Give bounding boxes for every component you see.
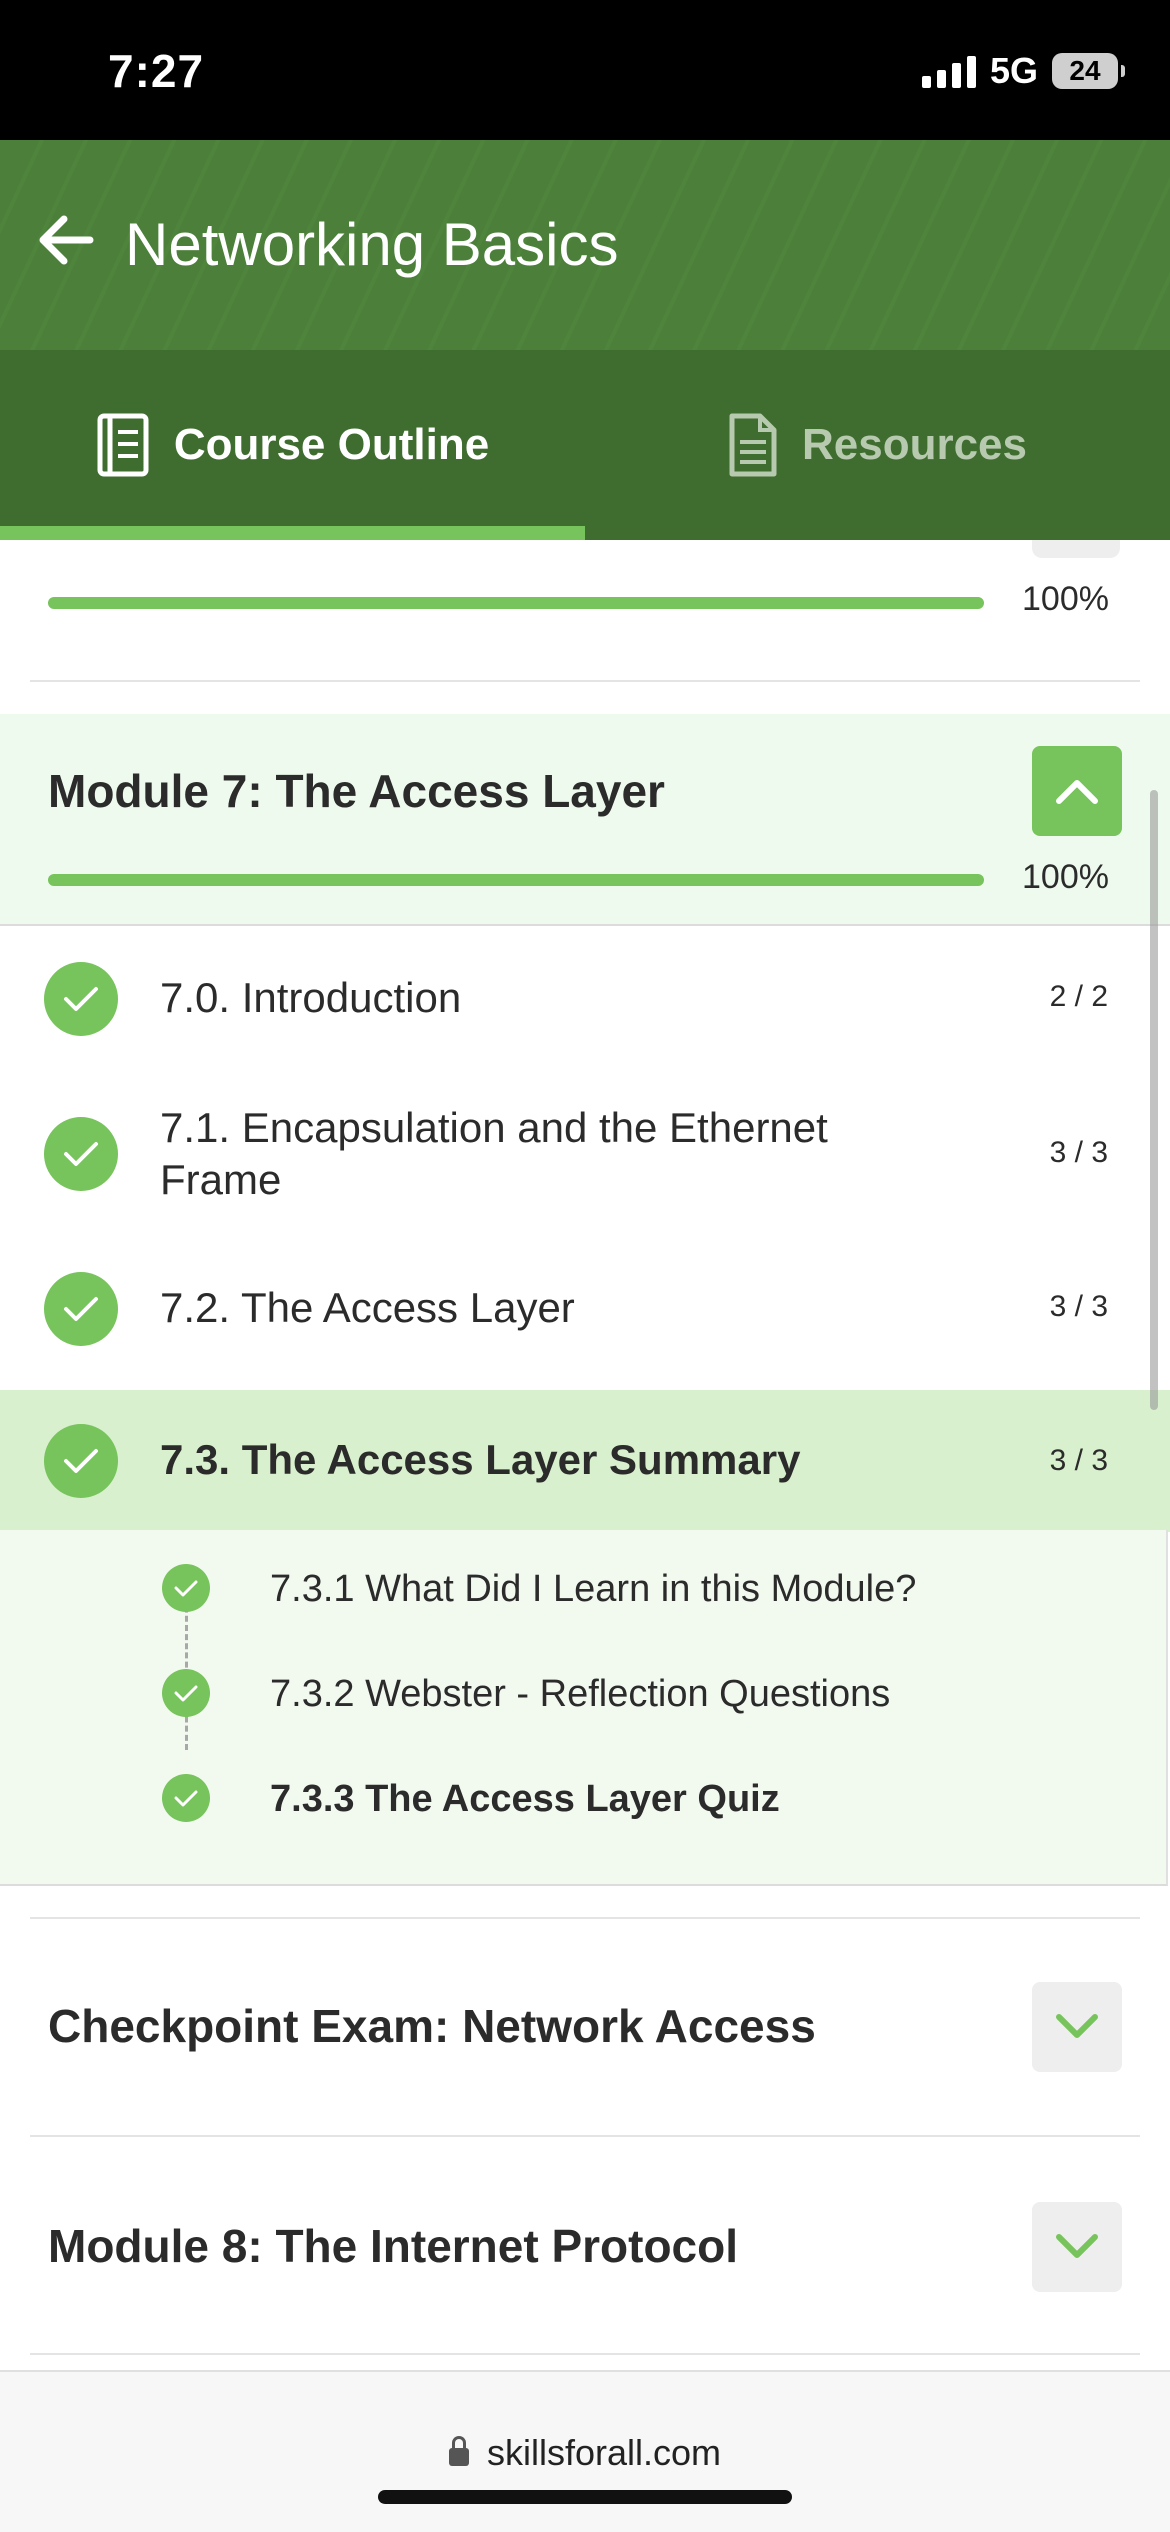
module-title: Module 7: The Access Layer <box>48 765 665 817</box>
collapse-toggle-button[interactable] <box>1032 540 1120 558</box>
progress-percent: 100% <box>1022 580 1109 618</box>
lesson-row[interactable]: 7.2. The Access Layer 3 / 3 <box>0 1234 1170 1384</box>
sub-item-link-current[interactable]: 7.3.3 The Access Layer Quiz <box>270 1778 780 1821</box>
tab-label: Resources <box>801 420 1027 469</box>
sub-item-link[interactable]: 7.3.1 What Did I Learn in this Module? <box>270 1568 916 1611</box>
course-header: Networking Basics <box>0 140 1170 350</box>
tab-bar: Course Outline Resources <box>0 350 1170 540</box>
status-indicators: 5G 24 <box>921 50 1125 92</box>
lock-icon <box>448 2436 469 2466</box>
cellular-signal-icon <box>921 54 976 88</box>
url-text: skillsforall.com <box>486 2432 722 2473</box>
progress-percent: 100% <box>1022 858 1109 896</box>
divider <box>30 680 1140 682</box>
battery-level: 24 <box>1069 55 1101 86</box>
check-circle-icon <box>162 1564 210 1612</box>
lesson-count: 3 / 3 <box>1049 1444 1108 1477</box>
arrow-left-icon <box>39 215 94 265</box>
lesson-label: 7.2. The Access Layer <box>160 1284 575 1331</box>
chevron-down-icon <box>1056 2234 1098 2258</box>
module-title: Module 8: The Internet Protocol <box>48 2220 739 2272</box>
check-circle-icon <box>162 1669 210 1717</box>
page-title: Networking Basics <box>125 211 619 278</box>
lesson-label: 7.1. Encapsulation and the Ethernet Fram… <box>160 1104 828 1203</box>
network-type: 5G <box>989 50 1038 91</box>
check-circle-icon <box>44 962 118 1036</box>
status-bar: 7:27 5G 24 <box>0 0 1170 140</box>
check-circle-icon <box>162 1774 210 1822</box>
check-circle-icon <box>44 1117 118 1191</box>
lesson-label: 7.0. Introduction <box>160 974 462 1021</box>
collapse-button[interactable] <box>1032 746 1122 836</box>
tab-course-outline[interactable]: Course Outline <box>0 350 585 540</box>
tab-label: Course Outline <box>173 420 490 469</box>
book-icon <box>97 413 149 477</box>
url-display[interactable]: skillsforall.com <box>0 2432 1170 2474</box>
lesson-count: 2 / 2 <box>1049 980 1108 1013</box>
sub-item-list: 7.3.1 What Did I Learn in this Module? 7… <box>0 1530 1168 1886</box>
divider <box>30 2353 1140 2355</box>
check-circle-icon <box>44 1272 118 1346</box>
sub-item-link[interactable]: 7.3.2 Webster - Reflection Questions <box>270 1673 890 1716</box>
module-header[interactable]: Module 7: The Access Layer 100% <box>0 714 1170 924</box>
check-circle-icon <box>44 1424 118 1498</box>
module-title: Checkpoint Exam: Network Access <box>48 2000 816 2052</box>
lesson-label: 7.3. The Access Layer Summary <box>160 1436 801 1483</box>
progress-bar <box>48 874 984 886</box>
module-card-collapsed[interactable]: Module 8: The Internet Protocol <box>0 2137 1170 2353</box>
back-button[interactable] <box>36 210 96 270</box>
previous-module-progress: 100% <box>0 540 1170 682</box>
document-icon <box>729 413 777 477</box>
progress-bar <box>48 597 984 609</box>
chevron-up-icon <box>1056 780 1098 804</box>
battery-icon: 24 <box>1052 53 1125 89</box>
lesson-row[interactable]: 7.0. Introduction 2 / 2 <box>0 924 1170 1074</box>
lesson-count: 3 / 3 <box>1049 1290 1108 1323</box>
lesson-count: 3 / 3 <box>1049 1136 1108 1169</box>
module-card-collapsed[interactable]: Checkpoint Exam: Network Access <box>0 1919 1170 2135</box>
status-time: 7:27 <box>108 45 205 97</box>
lesson-row-current[interactable]: 7.3. The Access Layer Summary 3 / 3 <box>0 1390 1170 1532</box>
lesson-row[interactable]: 7.1. Encapsulation and the Ethernet Fram… <box>0 1074 1170 1234</box>
scrollbar[interactable] <box>1150 790 1158 1410</box>
tab-resources[interactable]: Resources <box>585 350 1170 540</box>
home-indicator[interactable] <box>378 2490 792 2504</box>
chevron-down-icon <box>1056 2014 1098 2038</box>
browser-address-bar[interactable]: skillsforall.com <box>0 2370 1170 2532</box>
expand-button[interactable] <box>1032 1982 1122 2072</box>
expand-button[interactable] <box>1032 2202 1122 2292</box>
course-outline-list[interactable]: 100% Module 7: The Access Layer 100% 7.0… <box>0 540 1170 2370</box>
